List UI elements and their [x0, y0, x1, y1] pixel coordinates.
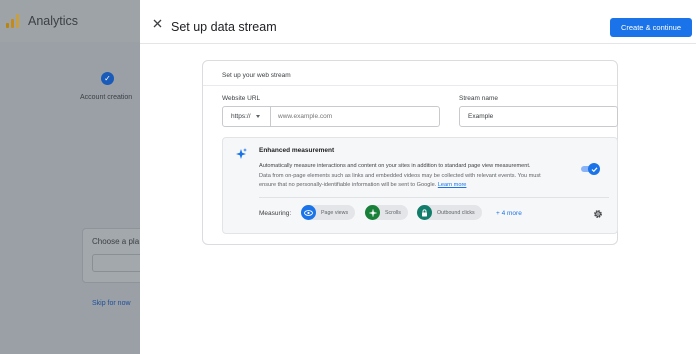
chip-page-views[interactable]: Page views	[301, 205, 356, 220]
toggle-knob	[588, 163, 600, 175]
create-continue-button[interactable]: Create & continue	[610, 18, 692, 37]
measuring-label: Measuring:	[259, 210, 292, 217]
chip-label: Outbound clicks	[437, 209, 475, 216]
description-line-1: Automatically measure interactions and c…	[259, 163, 531, 169]
description-line-2: Data from on-page elements such as links…	[259, 172, 541, 179]
description-line-3-text: ensure that no personally-identifiable i…	[259, 182, 437, 188]
chip-label: Page views	[321, 209, 349, 216]
stream-name-label: Stream name	[459, 95, 499, 102]
close-icon[interactable]	[153, 19, 162, 28]
lock-icon	[417, 205, 432, 220]
website-url-label: Website URL	[222, 95, 261, 102]
card-heading: Set up your web stream	[222, 72, 291, 79]
step-label: Account creation	[80, 94, 133, 101]
enhanced-measurement-title: Enhanced measurement	[259, 147, 335, 154]
gear-icon[interactable]	[593, 209, 603, 219]
platform-card-input	[92, 254, 140, 272]
skip-link: Skip for now	[92, 300, 131, 307]
background-app: Analytics ✓ Account creation Choose a pl…	[0, 0, 140, 354]
website-url-group: https://	[222, 106, 440, 127]
chevron-down-icon	[255, 115, 260, 118]
crosshair-icon	[365, 205, 380, 220]
web-stream-card: Set up your web stream Website URL https…	[202, 60, 618, 245]
panel-divider	[259, 197, 609, 198]
app-header: Analytics	[0, 0, 140, 42]
chip-outbound-clicks[interactable]: Outbound clicks	[417, 205, 482, 220]
check-icon	[591, 166, 597, 172]
drawer-title: Set up data stream	[171, 20, 277, 34]
analytics-logo-icon	[6, 14, 19, 28]
enhanced-measurement-toggle[interactable]	[581, 163, 600, 175]
protocol-value: https://	[231, 113, 251, 120]
learn-more-link[interactable]: Learn more	[438, 182, 467, 188]
more-events-link[interactable]: + 4 more	[496, 210, 522, 217]
protocol-select[interactable]: https://	[223, 107, 271, 126]
card-divider	[203, 85, 617, 86]
description-line-3: ensure that no personally-identifiable i…	[259, 181, 575, 191]
stream-name-input[interactable]	[459, 106, 618, 127]
platform-card-label: Choose a pla	[92, 237, 140, 246]
drawer-header: Set up data stream Create & continue	[140, 0, 696, 44]
chip-scrolls[interactable]: Scrolls	[365, 205, 408, 220]
step-check-icon: ✓	[101, 72, 114, 85]
setup-drawer: Set up data stream Create & continue Set…	[140, 0, 696, 354]
eye-icon	[301, 205, 316, 220]
chip-label: Scrolls	[385, 209, 401, 216]
enhanced-measurement-description: Automatically measure interactions and c…	[259, 162, 575, 191]
app-title: Analytics	[28, 14, 79, 28]
enhanced-measurement-panel: Enhanced measurement Automatically measu…	[222, 137, 618, 234]
sparkle-icon	[236, 148, 247, 159]
website-url-input[interactable]	[271, 107, 439, 126]
